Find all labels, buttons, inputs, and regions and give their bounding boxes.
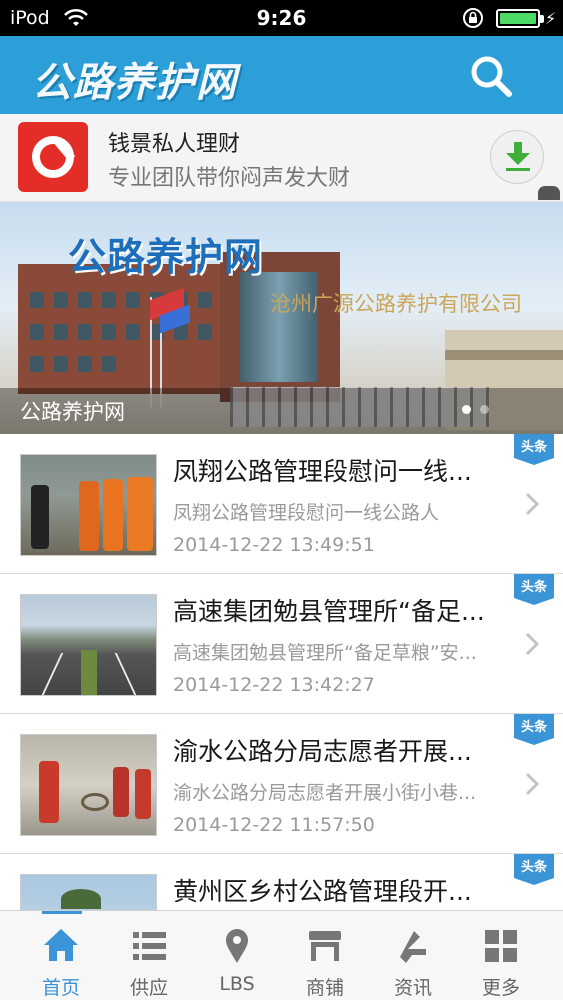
tab-label: 首页 bbox=[41, 977, 80, 999]
tab-shop[interactable]: 商铺 bbox=[280, 911, 370, 1000]
list-icon bbox=[133, 932, 166, 960]
app-logo: 公路养护网 bbox=[32, 60, 237, 106]
download-icon bbox=[506, 142, 530, 171]
carousel-dot[interactable] bbox=[480, 405, 489, 414]
tab-news[interactable]: 资讯 bbox=[368, 911, 458, 1000]
news-date: 2014-12-22 13:49:51 bbox=[173, 534, 375, 556]
news-item[interactable]: 渝水公路分局志愿者开展... 渝水公路分局志愿者开展小街小巷... 2014-1… bbox=[0, 714, 563, 854]
news-title: 黄州区乡村公路管理段开... bbox=[173, 877, 472, 906]
news-item[interactable]: 凤翔公路管理段慰问一线... 凤翔公路管理段慰问一线公路人 2014-12-22… bbox=[0, 434, 563, 574]
headline-badge: 头条 bbox=[514, 434, 554, 465]
headline-badge: 头条 bbox=[514, 714, 554, 745]
bottom-tab-bar: 首页 供应 LBS 商铺 资讯 更多 bbox=[0, 910, 563, 1000]
charging-icon: ⚡ bbox=[545, 9, 557, 28]
hero-company-text: 沧州广源公路养护有限公司 bbox=[270, 292, 522, 316]
news-item[interactable]: 高速集团勉县管理所“备足... 高速集团勉县管理所“备足草粮”安... 2014… bbox=[0, 574, 563, 714]
tab-label: 商铺 bbox=[305, 977, 344, 999]
battery-icon bbox=[496, 9, 544, 28]
news-title: 高速集团勉县管理所“备足... bbox=[173, 597, 485, 626]
news-title: 渝水公路分局志愿者开展... bbox=[173, 737, 472, 766]
chevron-right-icon bbox=[525, 772, 540, 796]
hero-caption: 公路养护网 bbox=[20, 400, 125, 424]
shop-icon bbox=[309, 931, 341, 961]
news-thumbnail bbox=[20, 454, 157, 556]
news-thumbnail bbox=[20, 594, 157, 696]
grid-icon bbox=[485, 930, 517, 962]
ad-banner[interactable]: 钱景私人理财 专业团队带你闷声发大财 bbox=[0, 114, 563, 202]
tab-label: 供应 bbox=[129, 977, 168, 999]
chevron-right-icon bbox=[525, 632, 540, 656]
tab-lbs[interactable]: LBS bbox=[192, 911, 282, 1000]
news-summary: 凤翔公路管理段慰问一线公路人 bbox=[173, 502, 440, 524]
tab-more[interactable]: 更多 bbox=[456, 911, 546, 1000]
map-pin-icon bbox=[226, 929, 248, 963]
news-icon bbox=[400, 931, 426, 963]
news-summary: 高速集团勉县管理所“备足草粮”安... bbox=[173, 642, 477, 664]
headline-badge: 头条 bbox=[514, 854, 554, 885]
tab-supply[interactable]: 供应 bbox=[104, 911, 194, 1000]
ad-badge-icon bbox=[538, 186, 560, 200]
news-date: 2014-12-22 11:57:50 bbox=[173, 814, 375, 836]
news-date: 2014-12-22 13:42:27 bbox=[173, 674, 375, 696]
search-icon[interactable] bbox=[468, 53, 514, 99]
headline-badge: 头条 bbox=[514, 574, 554, 605]
home-icon bbox=[44, 929, 78, 961]
hero-carousel[interactable]: 公路养护网 沧州广源公路养护有限公司 公路养护网 bbox=[0, 202, 563, 434]
rotation-lock-icon bbox=[463, 8, 483, 28]
news-summary: 渝水公路分局志愿者开展小街小巷... bbox=[173, 782, 477, 804]
news-thumbnail bbox=[20, 734, 157, 836]
tab-label: LBS bbox=[219, 973, 255, 995]
ad-title: 钱景私人理财 bbox=[108, 132, 241, 157]
battery-fill bbox=[500, 13, 536, 24]
status-bar: iPod 9:26 ⚡ bbox=[0, 0, 563, 36]
download-button[interactable] bbox=[490, 130, 544, 184]
ad-subtitle: 专业团队带你闷声发大财 bbox=[108, 166, 351, 191]
carousel-dot[interactable] bbox=[462, 405, 471, 414]
tab-home[interactable]: 首页 bbox=[16, 911, 106, 1000]
tab-label: 更多 bbox=[481, 977, 520, 999]
app-header: 公路养护网 bbox=[0, 36, 563, 114]
hero-logo-text: 公路养护网 bbox=[68, 235, 264, 279]
tab-label: 资讯 bbox=[393, 977, 432, 999]
news-title: 凤翔公路管理段慰问一线... bbox=[173, 457, 472, 486]
chevron-right-icon bbox=[525, 492, 540, 516]
ad-app-logo bbox=[18, 122, 88, 192]
